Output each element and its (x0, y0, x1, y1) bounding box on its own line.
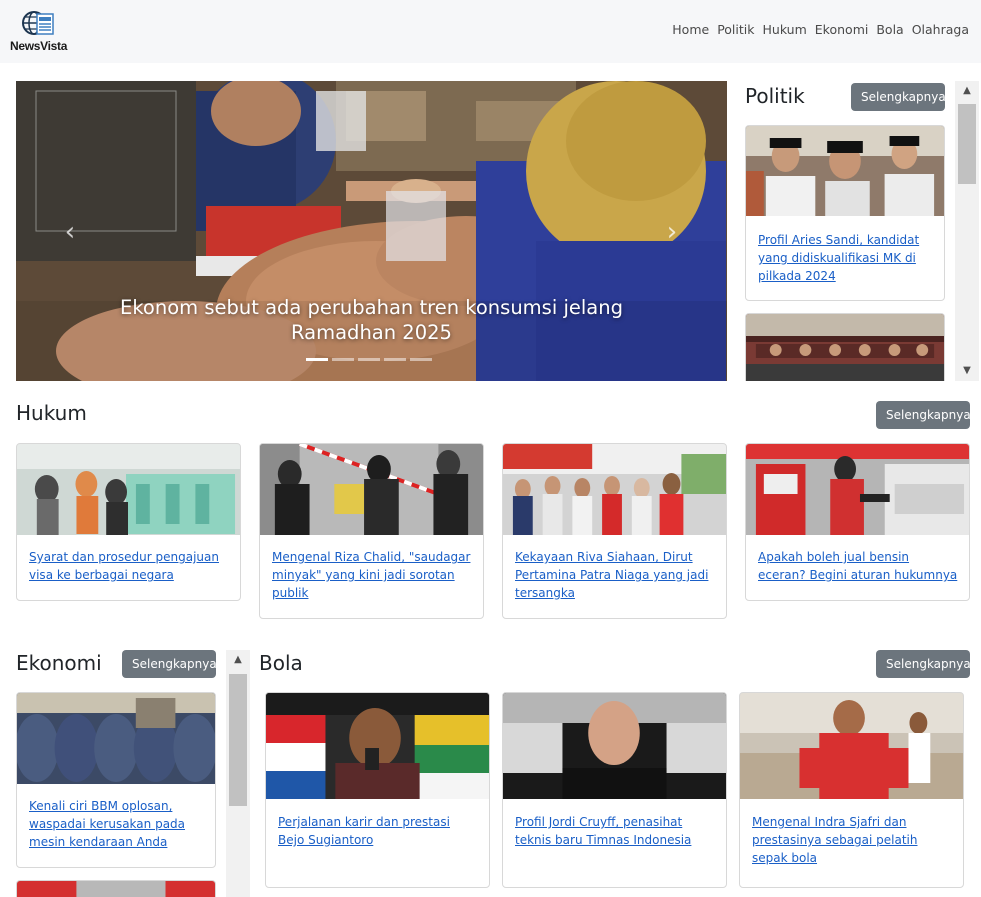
scroll-up-icon[interactable]: ▲ (226, 650, 250, 670)
nav-politik[interactable]: Politik (713, 22, 758, 37)
news-card[interactable] (16, 880, 216, 897)
news-card[interactable]: Syarat dan prosedur pengajuan visa ke be… (16, 443, 241, 601)
nav-hukum[interactable]: Hukum (759, 22, 811, 37)
card-title-link[interactable]: Profil Jordi Cruyff, penasihat teknis ba… (515, 813, 716, 849)
carousel-indicator[interactable] (410, 358, 432, 361)
card-image (746, 126, 944, 216)
nav-menu: Home Politik Hukum Ekonomi Bola Olahraga (668, 22, 973, 37)
brand-logo[interactable]: NewsVista (10, 10, 70, 56)
news-card[interactable] (745, 313, 945, 381)
card-title-link[interactable]: Perjalanan karir dan prestasi Bejo Sugia… (278, 813, 479, 849)
chevron-left-icon[interactable]: ‹ (58, 218, 82, 246)
more-button-ekonomi[interactable]: Selengkapnya (122, 650, 217, 678)
scroll-down-icon[interactable]: ▼ (955, 361, 979, 381)
headline-carousel[interactable]: Ekonom sebut ada perubahan tren konsumsi… (16, 81, 727, 381)
scrollbar-thumb[interactable] (958, 104, 976, 184)
card-image (17, 444, 240, 535)
politik-scrollbar[interactable]: ▲ ▼ (955, 81, 979, 381)
card-image (503, 444, 726, 535)
section-title-hukum: Hukum (16, 401, 87, 425)
chevron-right-icon[interactable]: › (660, 218, 684, 246)
carousel-indicator[interactable] (384, 358, 406, 361)
card-image (17, 693, 215, 784)
more-button-bola[interactable]: Selengkapnya (876, 650, 971, 678)
card-image (17, 881, 215, 897)
nav-bola[interactable]: Bola (872, 22, 907, 37)
card-title-link[interactable]: Mengenal Riza Chalid, "saudagar minyak" … (272, 548, 473, 602)
news-card[interactable]: Profil Jordi Cruyff, penasihat teknis ba… (502, 692, 727, 888)
card-image (503, 693, 726, 799)
card-image (260, 444, 483, 535)
news-card[interactable]: Profil Aries Sandi, kandidat yang didisk… (745, 125, 945, 301)
more-button-politik[interactable]: Selengkapnya (851, 83, 946, 111)
section-title-ekonomi: Ekonomi (16, 651, 102, 675)
news-card[interactable]: Kekayaan Riva Siahaan, Dirut Pertamina P… (502, 443, 727, 619)
card-title-link[interactable]: Profil Aries Sandi, kandidat yang didisk… (758, 231, 934, 285)
nav-ekonomi[interactable]: Ekonomi (811, 22, 873, 37)
news-card[interactable]: Perjalanan karir dan prestasi Bejo Sugia… (265, 692, 490, 888)
globe-newspaper-icon (22, 11, 54, 35)
news-card[interactable]: Apakah boleh jual bensin eceran? Begini … (745, 443, 970, 601)
carousel-indicators (306, 358, 432, 361)
navbar: NewsVista Home Politik Hukum Ekonomi Bol… (0, 0, 981, 63)
carousel-indicator[interactable] (332, 358, 354, 361)
nav-home[interactable]: Home (668, 22, 713, 37)
card-title-link[interactable]: Apakah boleh jual bensin eceran? Begini … (758, 548, 959, 584)
scroll-up-icon[interactable]: ▲ (955, 81, 979, 101)
news-card[interactable]: Kenali ciri BBM oplosan, waspadai kerusa… (16, 692, 216, 868)
more-button-hukum[interactable]: Selengkapnya (876, 401, 971, 429)
news-card[interactable]: Mengenal Riza Chalid, "saudagar minyak" … (259, 443, 484, 619)
card-image (746, 444, 969, 535)
carousel-indicator[interactable] (306, 358, 328, 361)
card-title-link[interactable]: Syarat dan prosedur pengajuan visa ke be… (29, 548, 230, 584)
carousel-caption[interactable]: Ekonom sebut ada perubahan tren konsumsi… (96, 295, 647, 345)
card-image (266, 693, 489, 799)
section-title-bola: Bola (259, 651, 303, 675)
card-image (740, 693, 963, 799)
news-card[interactable]: Mengenal Indra Sjafri dan prestasinya se… (739, 692, 964, 888)
brand-name: NewsVista (10, 39, 68, 53)
card-title-link[interactable]: Mengenal Indra Sjafri dan prestasinya se… (752, 813, 953, 867)
nav-olahraga[interactable]: Olahraga (908, 22, 973, 37)
ekonomi-scrollbar[interactable]: ▲ (226, 650, 250, 897)
carousel-indicator[interactable] (358, 358, 380, 361)
card-image (746, 314, 944, 381)
card-title-link[interactable]: Kekayaan Riva Siahaan, Dirut Pertamina P… (515, 548, 716, 602)
section-title-politik: Politik (745, 84, 805, 108)
card-title-link[interactable]: Kenali ciri BBM oplosan, waspadai kerusa… (29, 797, 205, 851)
scrollbar-thumb[interactable] (229, 674, 247, 806)
